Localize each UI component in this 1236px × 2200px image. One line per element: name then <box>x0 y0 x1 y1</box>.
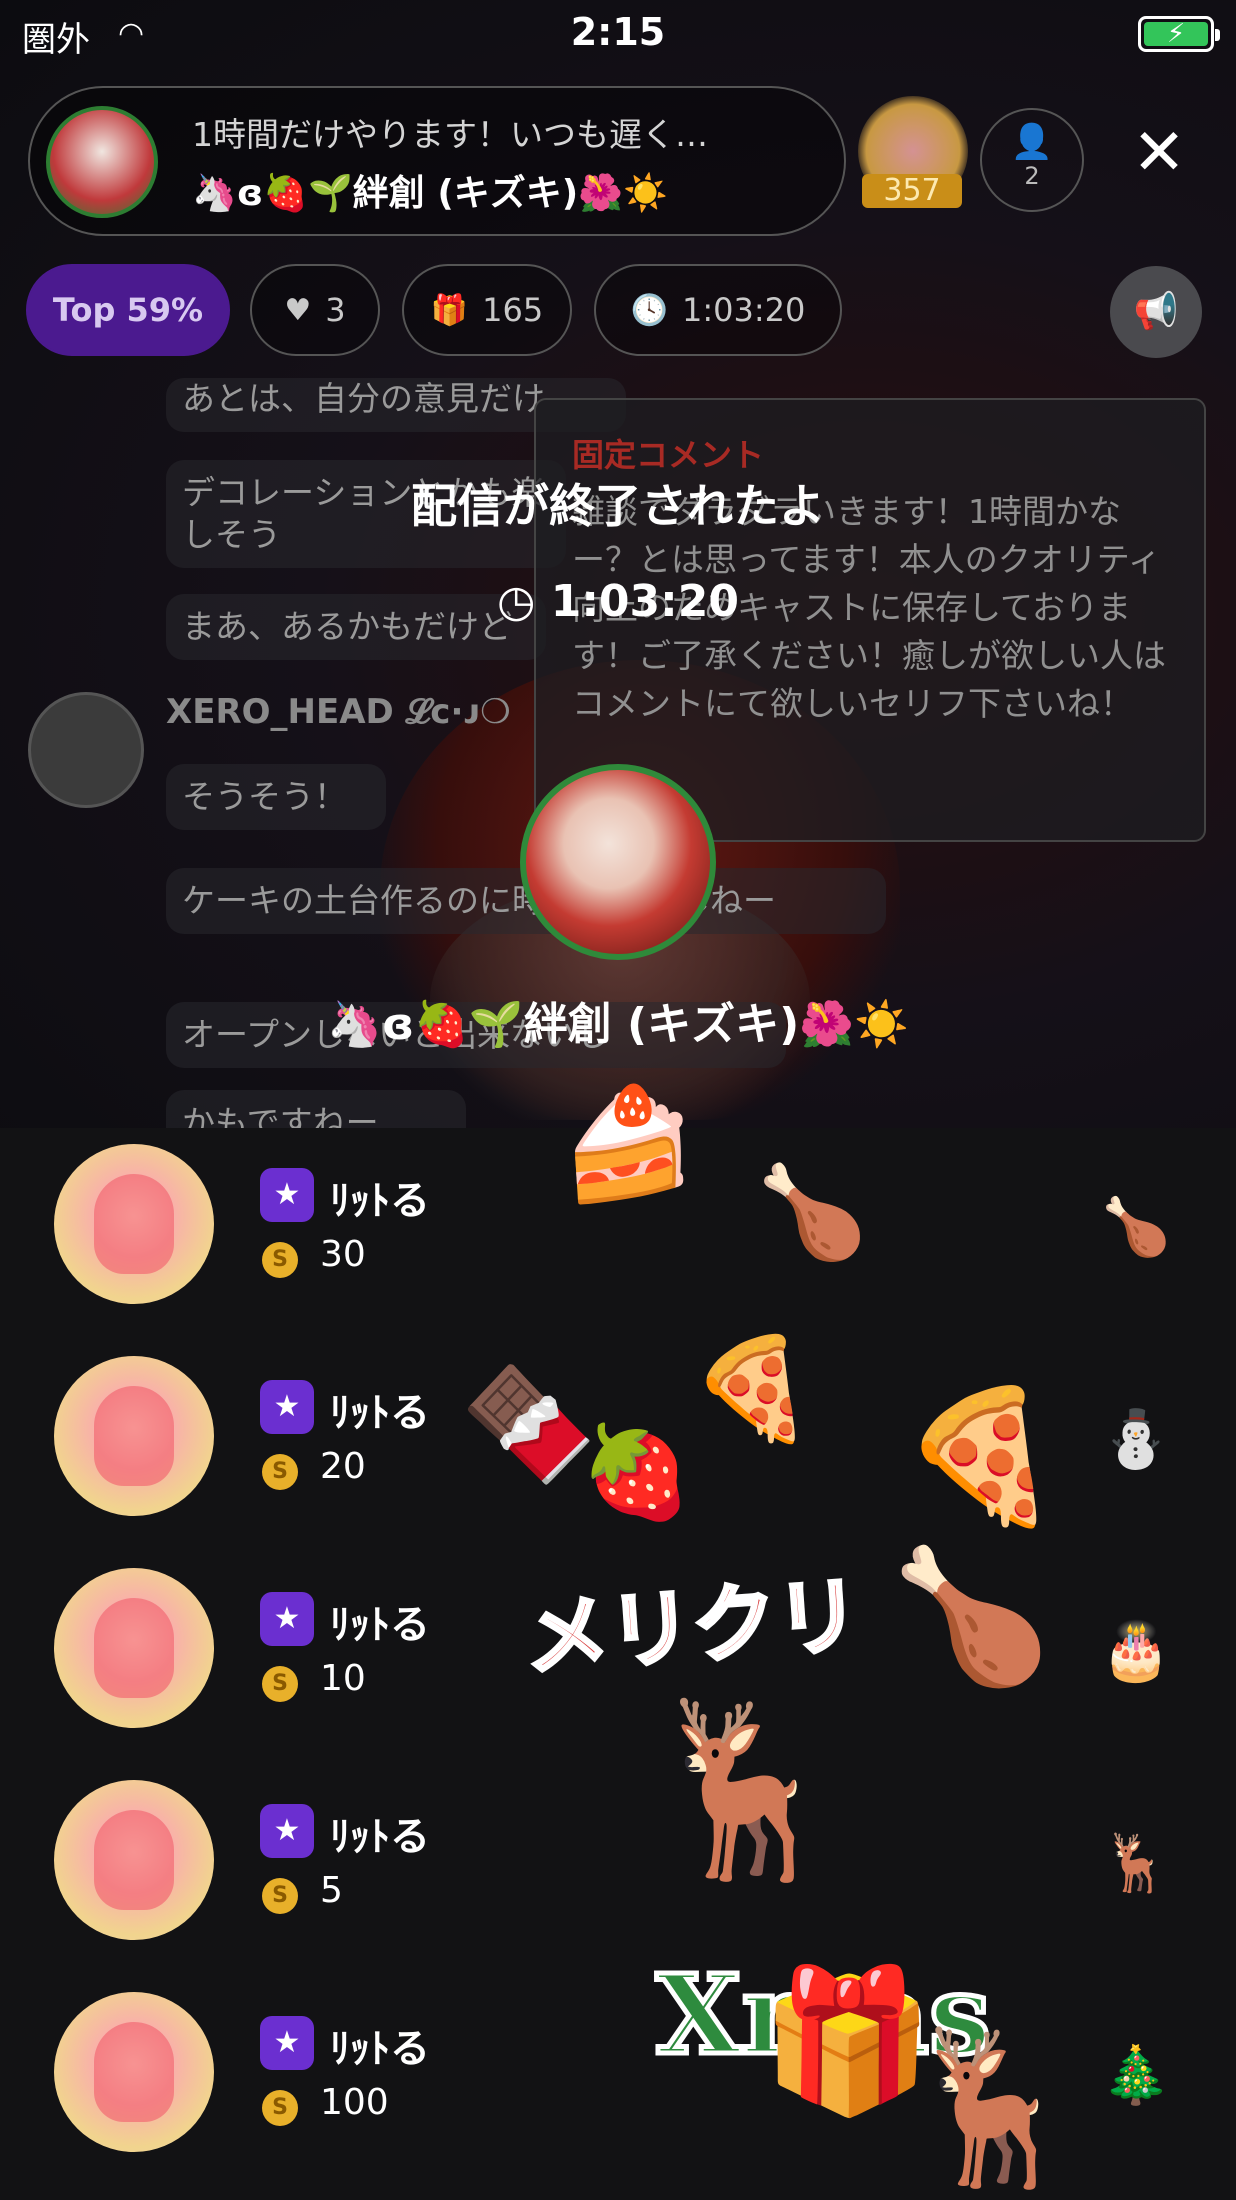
gift-row[interactable]: ★ ﾘｯﾄる S 5 🦌 <box>0 1764 1236 1976</box>
gifter-name: ﾘｯﾄる <box>330 1814 430 1860</box>
person-icon: 👤 <box>1010 122 1054 162</box>
coin-icon: S <box>262 1878 298 1914</box>
gift-amount: 5 <box>320 1870 343 1911</box>
gift-amount: 30 <box>320 1234 366 1275</box>
gift-count: 165 <box>482 291 544 329</box>
megaphone-icon[interactable]: 📢 <box>1110 266 1202 358</box>
coin-icon: S <box>262 1454 298 1490</box>
merikuri-sticker: メリクリ <box>519 1563 865 1689</box>
close-icon[interactable]: ✕ <box>1124 118 1194 188</box>
coin-icon: S <box>262 1242 298 1278</box>
host-name: 🦄ɞ🍓🌱絆創 (キズキ)🌺☀️ <box>192 173 668 214</box>
gifter-name: ﾘｯﾄる <box>330 1390 430 1436</box>
gifter-avatar[interactable] <box>54 1992 214 2152</box>
top-percentage-label: Top 59% <box>52 291 204 329</box>
ranking-badge[interactable]: 357 <box>858 96 968 214</box>
ranking-count: 357 <box>862 174 962 208</box>
gift-amount: 100 <box>320 2082 389 2123</box>
chat-message: そうそう！ <box>166 764 386 830</box>
top-percentage-badge[interactable]: Top 59% <box>26 264 230 356</box>
gifter-avatar[interactable] <box>54 1568 214 1728</box>
reindeer-sticker-2: 🦌 <box>900 2021 1087 2195</box>
pizza-chicken-sticker: 🍗 <box>890 1540 1052 1692</box>
gift-icon: 🎁 <box>430 292 469 328</box>
christmas-cake-icon: 🎂 <box>1101 1619 1171 1684</box>
strawberry-sticker: 🍓 <box>580 1420 693 1525</box>
yule-log-sticker: 🍫 <box>460 1360 597 1488</box>
wreath-icon: 🎄 <box>1101 2043 1171 2108</box>
gifter-name: ﾘｯﾄる <box>330 1602 430 1648</box>
stream-title: 1時間だけやります！いつも遅く… <box>192 115 708 154</box>
pizza-sticker: 🍕 <box>900 1380 1062 1532</box>
ended-host-avatar[interactable] <box>520 764 716 960</box>
gifter-avatar[interactable] <box>54 1780 214 1940</box>
ended-host-name: 🦄ɞ🍓🌱絆創 (キズキ)🌺☀️ <box>327 999 909 1050</box>
gifter-name: ﾘｯﾄる <box>330 1178 430 1224</box>
like-count-pill: ♥ 3 <box>250 264 380 356</box>
viewer-count: 2 <box>1024 162 1040 190</box>
stream-ended-duration: ◷ 1:03:20 <box>0 576 1236 627</box>
gifter-avatar[interactable] <box>54 1144 214 1304</box>
star-badge-icon: ★ <box>260 1380 314 1434</box>
chicken-leg-sticker: 🍗 <box>756 1160 869 1265</box>
stream-ended-title: 配信が終了されたよ <box>411 479 825 533</box>
coin-icon: S <box>262 1666 298 1702</box>
gift-amount: 20 <box>320 1446 366 1487</box>
clock-icon: 🕓 <box>630 292 668 328</box>
gift-amount: 10 <box>320 1658 366 1699</box>
xmas-x: X <box>653 1948 743 2082</box>
duration-value: 1:03:20 <box>682 291 806 329</box>
roast-chicken-icon: 🍗 <box>1101 1195 1171 1260</box>
viewer-count-button[interactable]: 👤 2 <box>980 108 1084 212</box>
pizza-slice-sticker: 🍕 <box>690 1330 815 1447</box>
chat-username: XERO_HEAD 𝓛ᴄ·ᴊ❍ <box>166 692 511 732</box>
like-count: 3 <box>325 291 346 329</box>
charging-battery-icon: ⚡ <box>1138 16 1220 52</box>
duration-pill: 🕓 1:03:20 <box>594 264 842 356</box>
star-badge-icon: ★ <box>260 2016 314 2070</box>
host-avatar[interactable] <box>46 106 158 218</box>
star-badge-icon: ★ <box>260 1804 314 1858</box>
clock-icon: ◷ <box>497 576 551 627</box>
heart-icon: ♥ <box>284 292 312 328</box>
reindeer-merikuri-icon: 🦌 <box>1101 1831 1171 1896</box>
host-info-pill[interactable]: 1時間だけやります！いつも遅く… 🦄ɞ🍓🌱絆創 (キズキ)🌺☀️ <box>28 86 846 236</box>
snowman-icon: ⛄ <box>1101 1407 1171 1472</box>
strawberry-cake-sticker: 🍰 <box>560 1080 697 1208</box>
gifter-avatar[interactable] <box>54 1356 214 1516</box>
reindeer-sticker: 🦌 <box>640 1691 852 1889</box>
status-bar: 圏外 ◠ 2:15 ⚡ <box>0 0 1236 70</box>
gifter-name: ﾘｯﾄる <box>330 2026 430 2072</box>
gift-count-pill: 🎁 165 <box>402 264 572 356</box>
star-badge-icon: ★ <box>260 1592 314 1646</box>
chat-user-avatar[interactable] <box>28 692 144 808</box>
coin-icon: S <box>262 2090 298 2126</box>
stream-ended-duration-value: 1:03:20 <box>550 576 739 627</box>
clock: 2:15 <box>570 10 666 54</box>
star-badge-icon: ★ <box>260 1168 314 1222</box>
